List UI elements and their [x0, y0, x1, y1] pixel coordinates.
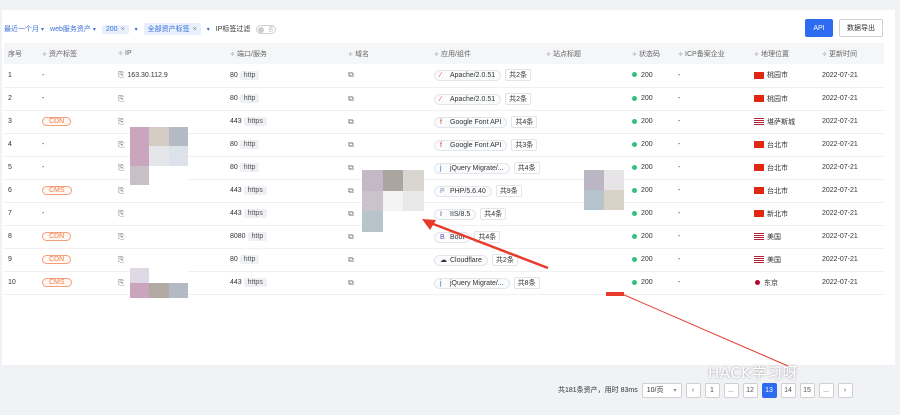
page-size-select[interactable]: 10/页 ▾ — [641, 382, 682, 398]
arrow-line-upper — [427, 220, 549, 270]
arrow-mark — [606, 292, 624, 296]
page-button[interactable]: 12 — [742, 382, 758, 398]
next-page-button[interactable]: › — [837, 382, 853, 398]
page-size-label: 10/页 — [646, 387, 664, 394]
result-summary: 共181条资产，用时 83ms — [558, 387, 638, 394]
page-button[interactable]: ... — [723, 382, 739, 398]
pagination: 共181条资产，用时 83ms 10/页 ▾ ‹ 1... 12 13 14 15... … — [558, 381, 853, 399]
page-list: 1... 12 13 14 15... — [704, 382, 834, 398]
watermark: HACK学习呀 — [708, 364, 799, 382]
page-button[interactable]: 13 — [761, 382, 777, 398]
prev-page-button[interactable]: ‹ — [685, 382, 701, 398]
page-button[interactable]: 15 — [799, 382, 815, 398]
chevron-down-icon: ▾ — [673, 387, 677, 394]
page-button[interactable]: 1 — [704, 382, 720, 398]
annotation-arrow — [422, 219, 789, 367]
arrow-line-lower — [621, 293, 789, 367]
page-button[interactable]: ... — [818, 382, 834, 398]
page-button[interactable]: 14 — [780, 382, 796, 398]
